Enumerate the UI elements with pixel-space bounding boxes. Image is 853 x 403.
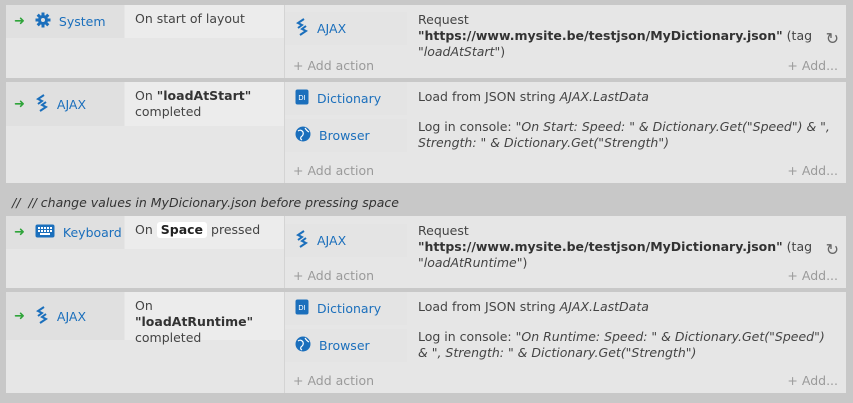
condition[interactable]: On Space pressed bbox=[125, 216, 284, 249]
ajax-icon bbox=[295, 18, 309, 39]
ajax-icon bbox=[35, 305, 49, 327]
svg-text:DI: DI bbox=[298, 94, 305, 102]
desc-tag: "loadAtRuntime" bbox=[418, 255, 523, 270]
event-block-4[interactable]: ➜ AJAX On "loadAtRuntime" completed DI Di… bbox=[6, 292, 846, 393]
action-object-label: Dictionary bbox=[317, 301, 382, 316]
action-object-dictionary[interactable]: DI Dictionary bbox=[285, 292, 407, 325]
action-object-browser[interactable]: Browser bbox=[285, 329, 407, 362]
event-object-label: AJAX bbox=[56, 308, 87, 324]
keyboard-icon bbox=[35, 224, 55, 241]
action-object-label: AJAX bbox=[317, 21, 347, 36]
condition-suffix: completed bbox=[135, 104, 202, 119]
event-block-3[interactable]: ➜ Keyboard On Space pressed AJAX Request… bbox=[6, 216, 846, 288]
globe-icon bbox=[295, 336, 311, 355]
action-description[interactable]: Request "https://www.mysite.be/testjson/… bbox=[408, 218, 846, 276]
desc-expr: AJAX.LastData bbox=[559, 89, 649, 104]
condition-prefix: On bbox=[135, 222, 153, 237]
desc-expr: AJAX.LastData bbox=[559, 299, 649, 314]
condition-suffix: completed bbox=[135, 330, 202, 345]
add-more-button[interactable]: + Add... bbox=[787, 163, 838, 178]
action-object-label: AJAX bbox=[317, 233, 347, 248]
condition-text: On start of layout bbox=[135, 11, 245, 26]
condition[interactable]: On "loadAtRuntime" completed bbox=[125, 292, 284, 345]
action-object-ajax[interactable]: AJAX bbox=[285, 12, 407, 45]
add-action-button[interactable]: + Add action bbox=[293, 58, 374, 73]
add-more-button[interactable]: + Add... bbox=[787, 373, 838, 388]
event-block-1[interactable]: ➜ System On start of layout AJAX Request… bbox=[6, 5, 846, 78]
desc-prefix: Request bbox=[418, 223, 469, 238]
action-description[interactable]: Load from JSON string AJAX.LastData bbox=[408, 294, 846, 320]
action-description[interactable]: Log in console: "On Runtime: Speed: " & … bbox=[408, 324, 846, 366]
desc-prefix: Request bbox=[418, 12, 469, 27]
add-action-button[interactable]: + Add action bbox=[293, 268, 374, 283]
event-block-2[interactable]: ➜ AJAX On "loadAtStart" completed DI Dict… bbox=[6, 82, 846, 183]
arrow-icon: ➜ bbox=[14, 308, 25, 324]
desc-tag-prefix: (tag bbox=[782, 239, 813, 254]
condition-suffix: pressed bbox=[211, 222, 261, 237]
condition-tag: "loadAtRuntime" bbox=[135, 314, 254, 329]
comment-row[interactable]: // // change values in MyDicionary.json … bbox=[12, 195, 399, 210]
dictionary-icon: DI bbox=[295, 299, 309, 318]
event-object-system[interactable]: ➜ System bbox=[6, 5, 124, 38]
svg-text:DI: DI bbox=[298, 304, 305, 312]
desc-prefix: Log in console: bbox=[418, 329, 516, 344]
key-badge: Space bbox=[156, 222, 208, 238]
desc-url: "https://www.mysite.be/testjson/MyDictio… bbox=[418, 239, 783, 254]
action-object-label: Dictionary bbox=[317, 91, 382, 106]
desc-tag: "loadAtStart" bbox=[418, 44, 501, 59]
desc-url: "https://www.mysite.be/testjson/MyDictio… bbox=[418, 28, 783, 43]
ajax-icon bbox=[295, 230, 309, 251]
desc-tag-suffix: ) bbox=[500, 44, 506, 59]
condition-tag: "loadAtStart" bbox=[156, 88, 252, 103]
arrow-icon: ➜ bbox=[14, 96, 25, 112]
event-object-label: System bbox=[58, 14, 106, 29]
comment-text: // change values in MyDicionary.json bef… bbox=[28, 195, 399, 210]
ajax-icon bbox=[35, 93, 49, 115]
arrow-icon: ➜ bbox=[14, 225, 25, 240]
comment-marker: // bbox=[12, 195, 21, 210]
add-more-button[interactable]: + Add... bbox=[787, 268, 838, 283]
desc-tag-suffix: ) bbox=[522, 255, 528, 270]
condition[interactable]: On "loadAtStart" completed bbox=[125, 82, 284, 126]
gear-icon bbox=[35, 12, 51, 31]
action-object-label: Browser bbox=[319, 128, 370, 143]
reload-icon: ↻ bbox=[825, 29, 839, 48]
globe-icon bbox=[295, 126, 311, 145]
event-object-label: AJAX bbox=[56, 96, 87, 112]
action-object-browser[interactable]: Browser bbox=[285, 119, 407, 152]
add-action-button[interactable]: + Add action bbox=[293, 163, 374, 178]
dictionary-icon: DI bbox=[295, 89, 309, 108]
event-object-label: Keyboard bbox=[62, 225, 122, 240]
event-object-ajax[interactable]: ➜ AJAX bbox=[6, 292, 124, 340]
add-action-button[interactable]: + Add action bbox=[293, 373, 374, 388]
desc-prefix: Load from JSON string bbox=[418, 299, 560, 314]
action-description[interactable]: Request "https://www.mysite.be/testjson/… bbox=[408, 7, 846, 65]
desc-prefix: Log in console: bbox=[418, 119, 516, 134]
action-object-dictionary[interactable]: DI Dictionary bbox=[285, 82, 407, 115]
desc-tag-prefix: (tag bbox=[782, 28, 813, 43]
action-description[interactable]: Load from JSON string AJAX.LastData bbox=[408, 84, 846, 110]
desc-prefix: Load from JSON string bbox=[418, 89, 560, 104]
action-object-label: Browser bbox=[319, 338, 370, 353]
event-object-ajax[interactable]: ➜ AJAX bbox=[6, 82, 124, 126]
reload-icon: ↻ bbox=[825, 240, 839, 259]
condition-prefix: On bbox=[135, 298, 153, 313]
arrow-icon: ➜ bbox=[14, 14, 25, 29]
condition-prefix: On bbox=[135, 88, 157, 103]
action-object-ajax[interactable]: AJAX bbox=[285, 224, 407, 257]
event-object-keyboard[interactable]: ➜ Keyboard bbox=[6, 216, 124, 249]
action-description[interactable]: Log in console: "On Start: Speed: " & Di… bbox=[408, 114, 846, 156]
add-more-button[interactable]: + Add... bbox=[787, 58, 838, 73]
condition[interactable]: On start of layout bbox=[125, 5, 284, 38]
